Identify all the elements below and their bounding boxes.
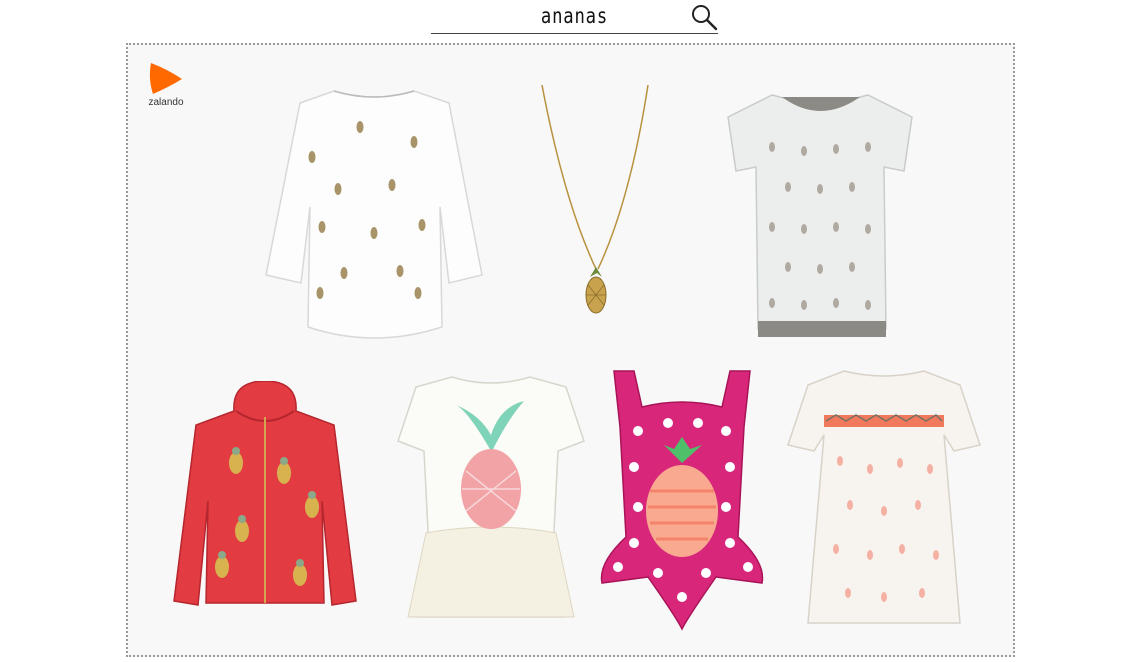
search-icon[interactable] xyxy=(690,3,718,31)
product-necklace[interactable] xyxy=(534,81,654,321)
zalando-logo-mark xyxy=(149,63,182,94)
search-input[interactable]: ananas xyxy=(457,4,692,28)
product-pink-swimsuit[interactable] xyxy=(598,367,766,631)
pink-swimsuit-image xyxy=(600,370,764,631)
tutu-top-image xyxy=(397,376,585,618)
zalando-logo[interactable]: zalando xyxy=(145,61,187,115)
necklace-image xyxy=(541,84,649,314)
white-top-image xyxy=(265,90,483,339)
grey-tshirt-image xyxy=(727,94,913,337)
product-tutu-top[interactable] xyxy=(396,371,586,621)
product-white-dress[interactable] xyxy=(784,365,984,629)
product-red-hoodie[interactable] xyxy=(172,381,358,609)
product-grey-tshirt[interactable] xyxy=(724,91,916,339)
red-hoodie-image xyxy=(173,381,357,606)
white-dress-image xyxy=(787,370,981,624)
zalando-wordmark: zalando xyxy=(148,97,184,108)
search-bar[interactable]: ananas xyxy=(431,0,718,34)
product-board: zalando xyxy=(126,43,1015,657)
product-white-top[interactable] xyxy=(264,87,484,345)
